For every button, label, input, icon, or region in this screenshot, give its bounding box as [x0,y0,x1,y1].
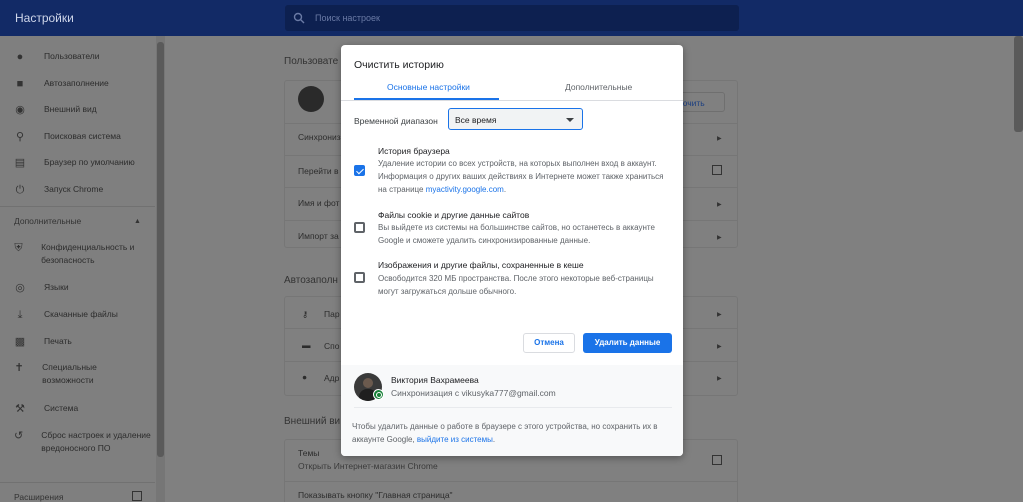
search-icon [293,12,305,24]
sidebar-item-on-startup[interactable]: ⏻ Запуск Chrome [14,183,104,196]
restore-icon: ↺ [14,430,24,442]
sign-out-note: Чтобы удалить данные о работе в браузере… [352,422,658,444]
home-button-row[interactable]: Показывать кнопку "Главная страница" [298,490,453,500]
section-autofill-title: Автозаполн [284,275,338,286]
cache-desc: Освободится 320 МБ пространства. После э… [378,274,654,296]
main-scroll-thumb[interactable] [1014,36,1023,132]
sign-out-link[interactable]: выйдите из системы [417,435,493,444]
sidebar-item-autofill[interactable]: ■ Автозаполнение [14,77,109,90]
sidebar-item-search-engine[interactable]: ⚲ Поисковая система [14,130,121,143]
dialog-footer: Виктория Вахрамеева Синхронизация с viku… [341,365,683,456]
sidebar-advanced-toggle[interactable]: Дополнительные [14,216,81,226]
delete-data-button[interactable]: Удалить данные [583,333,672,353]
arrow-right-icon: ▶ [717,235,722,241]
header-bar: Настройки Поиск настроек [0,0,1023,36]
sidebar-scroll-thumb[interactable] [157,42,164,457]
sync-icon [373,389,384,400]
arrow-right-icon: ▶ [717,312,722,318]
accessibility-icon: ✝ [14,362,24,374]
sidebar-item-accessibility[interactable]: ✝ Специальные возможности [14,361,134,387]
print-icon: ▩ [14,336,26,348]
palette-icon: ◉ [15,104,25,116]
caret-up-icon[interactable]: ▲ [134,218,141,225]
arrow-right-icon: ▶ [717,344,722,350]
sidebar-divider [0,206,155,207]
tabs-divider [341,100,683,101]
sidebar-item-privacy[interactable]: ⛨ Конфиденциальность и безопасность [14,241,154,267]
passwords-row[interactable]: Пар [324,309,340,319]
divider [284,481,738,482]
sidebar-item-system[interactable]: ⚒ Система [14,402,78,415]
search-icon: ⚲ [15,131,25,143]
section-appearance-title: Внешний ви [284,416,341,427]
account-sync-status: Синхронизация с vikusyka777@gmail.com [391,388,556,398]
avatar [298,86,324,112]
cache-title: Изображения и другие файлы, сохраненные … [378,260,584,270]
sidebar-divider [0,482,155,483]
dropdown-arrow-icon [566,118,574,122]
cancel-button[interactable]: Отмена [523,333,575,353]
name-photo-row[interactable]: Имя и фот [298,198,339,208]
search-input[interactable]: Поиск настроек [285,5,739,31]
person-icon: ● [16,51,24,63]
footer-divider [354,407,672,408]
download-icon: ⤓ [17,309,23,321]
sidebar-item-default-browser[interactable]: ▤ Браузер по умолчанию [14,156,135,169]
browsing-history-checkbox[interactable] [354,165,365,176]
search-placeholder: Поиск настроек [315,13,380,23]
google-account-row[interactable]: Перейти в [298,166,339,176]
app-title: Настройки [15,11,74,25]
myactivity-link[interactable]: myactivity.google.com [426,185,504,194]
open-in-new-icon [132,491,142,501]
browsing-history-desc: Удаление истории со всех устройств, на к… [378,159,664,194]
import-row[interactable]: Импорт за [298,231,339,241]
sync-row[interactable]: Синхрониз [298,132,341,142]
sidebar-item-appearance[interactable]: ◉ Внешний вид [14,103,97,116]
themes-subtitle: Открыть Интернет-магазин Chrome [298,461,438,471]
wrench-icon: ⚒ [15,403,25,415]
credit-card-icon: ▬ [302,340,311,350]
assignment-icon: ■ [16,78,24,90]
open-in-new-icon [712,165,722,175]
arrow-right-icon: ▶ [717,376,722,382]
clear-history-dialog: Очистить историю Основные настройки Допо… [341,45,683,456]
arrow-right-icon: ▶ [717,136,722,142]
time-range-value: Все время [455,115,497,125]
payment-methods-row[interactable]: Спо [324,341,339,351]
themes-title[interactable]: Темы [298,448,319,458]
sidebar-item-printing[interactable]: ▩ Печать [14,335,72,348]
power-icon: ⏻ [15,184,25,196]
sidebar-item-languages[interactable]: ◎ Языки [14,281,68,294]
browser-icon: ▤ [14,157,26,169]
tab-basic[interactable]: Основные настройки [387,82,470,92]
globe-icon: ◎ [15,282,25,294]
dialog-title: Очистить историю [354,59,444,71]
open-in-new-icon[interactable] [712,455,722,465]
location-pin-icon: ● [302,372,308,382]
sidebar-item-reset[interactable]: ↺ Сброс настроек и удаление вредоносного … [14,429,154,455]
cookies-desc: Вы выйдете из системы на большинстве сай… [378,223,655,245]
section-users-title: Пользовате [284,56,339,67]
sidebar-item-users[interactable]: ● Пользователи [14,50,100,63]
shield-icon: ⛨ [14,242,23,254]
addresses-row[interactable]: Адр [324,373,339,383]
cookies-checkbox[interactable] [354,222,365,233]
account-name: Виктория Вахрамеева [391,375,479,385]
key-icon: ⚷ [302,309,309,319]
tab-advanced[interactable]: Дополнительные [565,82,632,92]
sidebar-item-extensions[interactable]: Расширения [14,492,63,502]
cache-checkbox[interactable] [354,272,365,283]
cookies-title: Файлы cookie и другие данные сайтов [378,210,530,220]
browsing-history-title: История браузера [378,146,450,156]
arrow-right-icon: ▶ [717,202,722,208]
sidebar-item-downloads[interactable]: ⤓ Скачанные файлы [14,308,118,321]
time-range-select[interactable]: Все время [448,108,583,130]
time-range-label: Временной диапазон [354,116,438,126]
